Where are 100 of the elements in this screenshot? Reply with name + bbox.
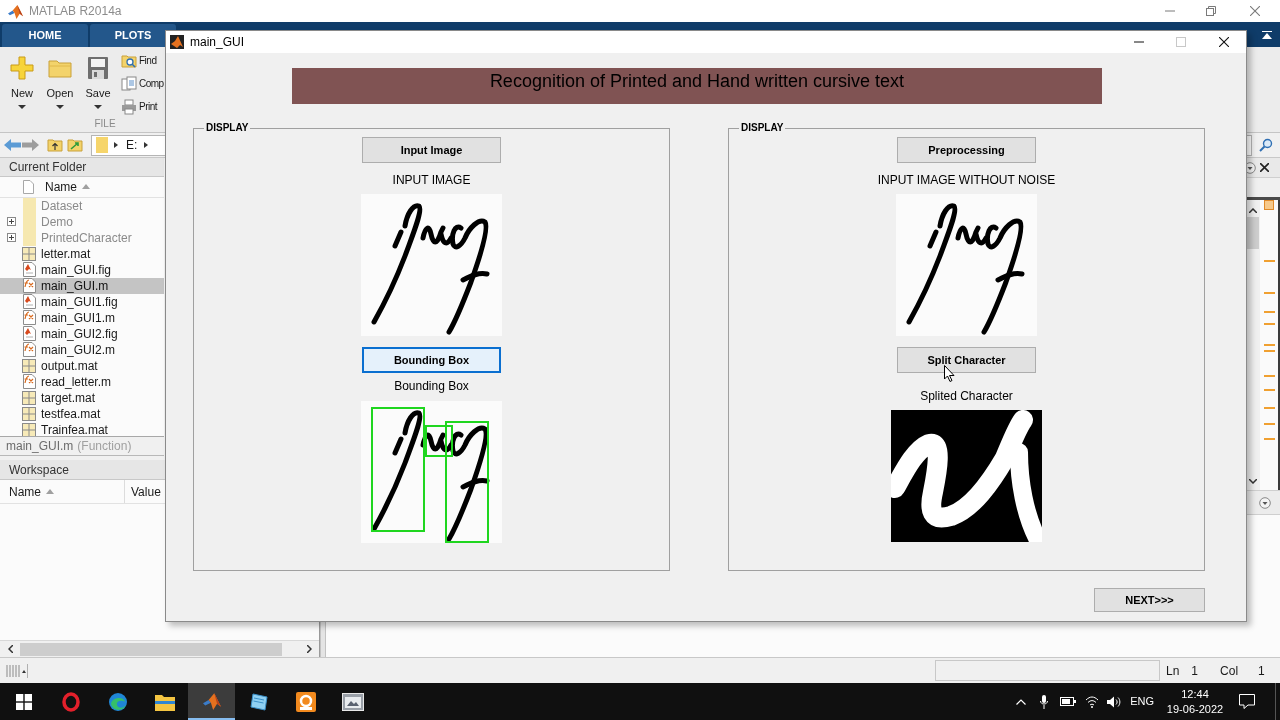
function-file-icon <box>22 374 36 390</box>
toolstrip-button[interactable]: New <box>3 55 41 118</box>
details-file-name: main_GUI.m <box>6 439 74 454</box>
scrollbar-thumb[interactable] <box>20 642 282 656</box>
file-list-item[interactable]: main_GUI.m <box>0 277 164 294</box>
toolstrip-small-button[interactable]: Comp <box>121 72 164 95</box>
image-caption: Bounding Box <box>394 379 469 393</box>
app-logo-icon <box>8 3 23 19</box>
status-value: 1 <box>1191 663 1199 678</box>
mountain-peak-icon <box>202 691 221 710</box>
folder-icon <box>96 137 108 153</box>
function-file-icon <box>22 278 36 294</box>
breadcrumb-arrow-icon <box>144 142 149 148</box>
toolstrip-tab[interactable]: PLOTS <box>90 24 176 47</box>
horizontal-scrollbar[interactable] <box>0 640 319 657</box>
microphone-icon[interactable] <box>1040 694 1049 709</box>
status-value: 1 <box>1258 663 1265 678</box>
file-list-item[interactable]: main_GUI.fig <box>0 261 164 278</box>
collapse-toolstrip-icon[interactable] <box>1262 30 1272 39</box>
panel-title: Workspace <box>9 462 69 477</box>
scroll-right-icon[interactable] <box>307 645 312 653</box>
table-file-icon <box>22 390 36 405</box>
table-file-icon <box>22 406 36 421</box>
language-indicator[interactable]: ENG <box>1130 695 1154 708</box>
toolstrip-button[interactable]: Open <box>41 55 79 118</box>
breadcrumb-arrow-icon <box>114 142 118 148</box>
printer-icon <box>121 98 137 115</box>
compare-documents-icon <box>121 75 137 92</box>
window-title: MATLAB R2014a <box>29 4 122 18</box>
file-list-item[interactable]: read_letter.m <box>0 373 164 390</box>
function-file-icon <box>22 310 36 326</box>
action-button[interactable]: Input Image <box>362 137 501 163</box>
folder-search-icon <box>121 52 137 69</box>
toolstrip-button[interactable]: Save <box>79 55 117 118</box>
file-list-item[interactable]: main_GUI1.fig <box>0 293 164 310</box>
image-caption: INPUT IMAGE <box>392 173 471 187</box>
file-list-item[interactable]: letter.mat <box>0 245 164 262</box>
swirl-icon <box>107 691 128 712</box>
file-list-item[interactable]: testfea.mat <box>0 405 164 422</box>
start-icon[interactable] <box>16 693 32 710</box>
scroll-left-icon[interactable] <box>8 645 13 653</box>
file-list-item[interactable]: Trainfea.mat <box>0 421 164 437</box>
document-icon <box>23 179 34 194</box>
notification-icon[interactable] <box>1239 694 1255 709</box>
table-file-icon <box>22 422 36 437</box>
image-caption: INPUT IMAGE WITHOUT NOISE <box>877 173 1056 187</box>
wifi-icon[interactable] <box>1085 695 1100 708</box>
column-header[interactable]: Name <box>0 480 125 503</box>
toolstrip-tab[interactable]: HOME <box>2 24 88 47</box>
path-segment[interactable]: E: <box>126 138 138 152</box>
window-title: main_GUI <box>190 35 245 49</box>
plus-icon <box>9 55 35 81</box>
table-file-icon <box>22 358 36 373</box>
notebook-icon <box>248 691 269 712</box>
browse-folder-icon[interactable] <box>67 137 83 153</box>
panel-title: DISPLAY <box>205 122 250 134</box>
status-label: Ln <box>1166 663 1180 678</box>
section-label: FILE <box>94 118 116 131</box>
maximize-icon[interactable] <box>1206 6 1216 16</box>
search-icon[interactable] <box>1259 138 1273 152</box>
title-banner: Recognition of Printed and Hand written cursive text <box>292 68 1102 104</box>
close-icon[interactable] <box>1219 37 1229 47</box>
folder-up-icon[interactable] <box>47 137 63 153</box>
action-button[interactable]: Preprocessing <box>897 137 1036 163</box>
sort-arrow-icon <box>46 489 54 494</box>
back-arrow-icon[interactable] <box>4 139 21 151</box>
caret-down-icon <box>56 105 64 109</box>
figure-file-icon <box>22 326 36 342</box>
figure-icon <box>170 35 184 49</box>
panel-grip-icon[interactable] <box>6 663 28 678</box>
column-header[interactable]: Name <box>45 179 90 194</box>
figure-file-icon <box>22 262 36 278</box>
function-file-icon <box>22 342 36 358</box>
file-list-item[interactable]: target.mat <box>0 389 164 406</box>
panel-title: DISPLAY <box>740 122 785 134</box>
battery-icon[interactable] <box>1060 697 1077 706</box>
window-icon <box>341 692 364 711</box>
file-list-item[interactable]: main_GUI1.m <box>0 309 164 326</box>
table-file-icon <box>22 246 36 261</box>
clock-date[interactable]: 19-06-2022 <box>1166 701 1224 717</box>
file-list-item[interactable]: main_GUI2.fig <box>0 325 164 342</box>
panel-title: Current Folder <box>9 159 87 174</box>
details-file-type: (Function) <box>77 439 132 454</box>
speaker-icon[interactable] <box>1107 695 1122 708</box>
caret-down-icon <box>94 105 102 109</box>
ring-icon <box>61 691 80 712</box>
sort-arrow-icon <box>82 184 90 190</box>
file-list-item[interactable]: output.mat <box>0 357 164 374</box>
folder-icon <box>154 692 175 711</box>
file-list-item[interactable]: main_GUI2.m <box>0 341 164 358</box>
image-caption: Splited Character <box>920 389 1013 403</box>
column-header[interactable]: Value <box>125 480 164 503</box>
caret-down-icon <box>18 105 26 109</box>
expand-icon[interactable] <box>6 233 16 243</box>
clock-time[interactable]: 12:44 <box>1181 686 1209 702</box>
toolstrip-small-button[interactable]: Print <box>121 95 158 118</box>
toolstrip-small-button[interactable]: Find <box>121 49 157 72</box>
expand-icon[interactable] <box>6 217 16 227</box>
status-label: Col <box>1220 663 1239 678</box>
chevron-up-icon[interactable] <box>1016 698 1027 705</box>
